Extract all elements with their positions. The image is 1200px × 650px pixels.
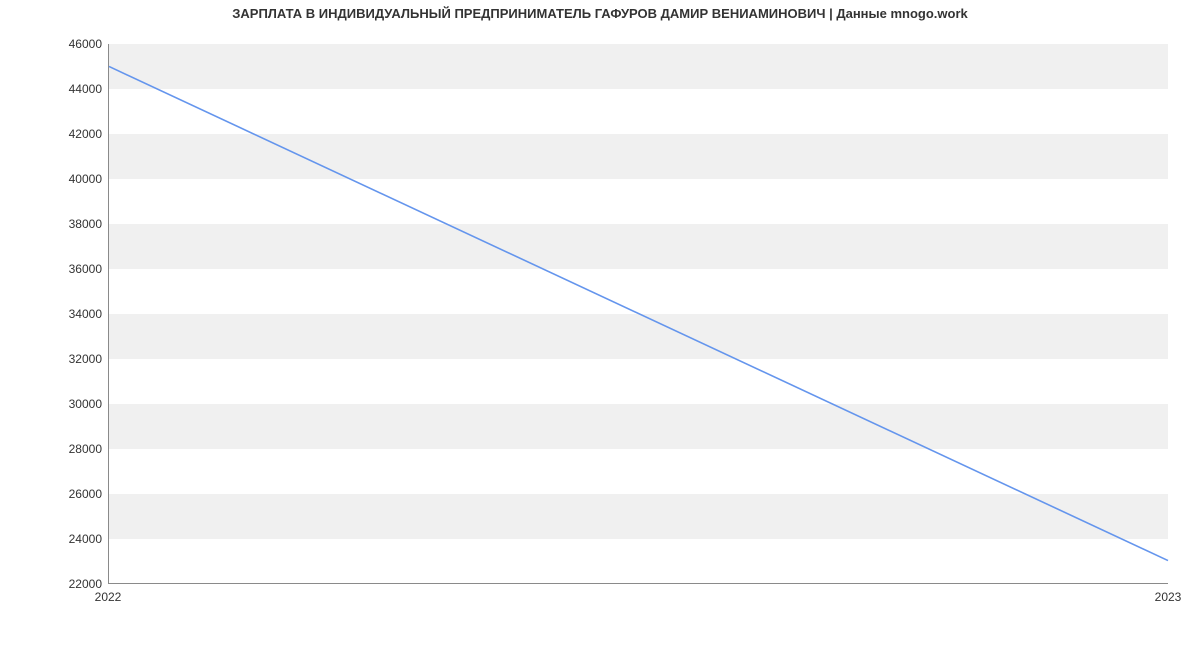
y-tick-label: 22000 bbox=[12, 577, 102, 591]
x-tick-label: 2023 bbox=[1155, 590, 1182, 604]
y-tick-label: 42000 bbox=[12, 127, 102, 141]
y-tick-label: 30000 bbox=[12, 397, 102, 411]
y-tick-label: 44000 bbox=[12, 82, 102, 96]
line-series bbox=[109, 44, 1168, 583]
plot-area bbox=[108, 44, 1168, 584]
chart-title: ЗАРПЛАТА В ИНДИВИДУАЛЬНЫЙ ПРЕДПРИНИМАТЕЛ… bbox=[0, 6, 1200, 21]
y-tick-label: 38000 bbox=[12, 217, 102, 231]
y-tick-label: 28000 bbox=[12, 442, 102, 456]
y-tick-label: 24000 bbox=[12, 532, 102, 546]
x-tick-label: 2022 bbox=[95, 590, 122, 604]
y-tick-label: 46000 bbox=[12, 37, 102, 51]
y-tick-label: 26000 bbox=[12, 487, 102, 501]
series-line bbox=[109, 66, 1168, 560]
y-tick-label: 40000 bbox=[12, 172, 102, 186]
y-tick-label: 32000 bbox=[12, 352, 102, 366]
y-tick-label: 36000 bbox=[12, 262, 102, 276]
y-tick-label: 34000 bbox=[12, 307, 102, 321]
chart-container: ЗАРПЛАТА В ИНДИВИДУАЛЬНЫЙ ПРЕДПРИНИМАТЕЛ… bbox=[0, 0, 1200, 650]
